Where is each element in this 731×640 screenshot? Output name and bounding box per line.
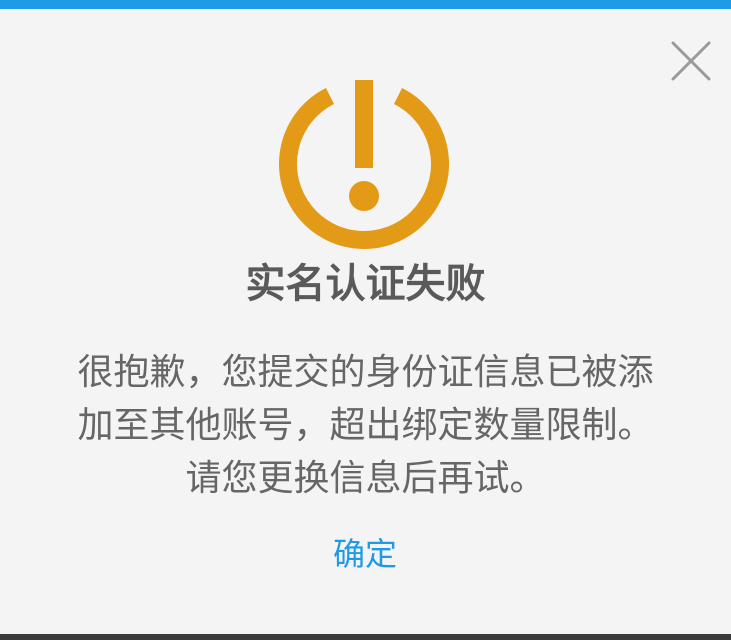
message-line-3: 请您更换信息后再试。 [185,458,546,499]
dialog-message: 很抱歉，您提交的身份证信息已被添 加至其他账号，超出绑定数量限制。 请您更换信息… [20,346,711,505]
dialog-title: 实名认证失败 [245,261,486,307]
close-icon [671,41,711,81]
message-line-2: 加至其他账号，超出绑定数量限制。 [77,405,654,446]
close-button[interactable] [670,40,712,82]
dialog-top-accent-bar [0,0,731,9]
verification-failed-dialog: 实名认证失败 很抱歉，您提交的身份证信息已被添 加至其他账号，超出绑定数量限制。… [0,0,731,640]
confirm-button[interactable]: 确定 [290,528,440,580]
message-line-1: 很抱歉，您提交的身份证信息已被添 [77,352,654,393]
warning-power-icon [272,76,456,254]
window-bottom-edge [0,634,731,640]
